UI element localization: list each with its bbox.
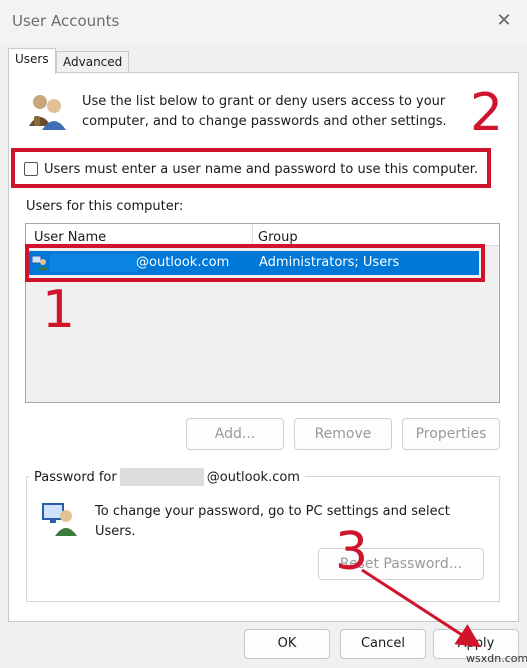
password-label-prefix: Password for — [34, 469, 117, 485]
annotation-box-checkbox — [11, 148, 491, 188]
column-separator[interactable] — [252, 224, 253, 246]
ok-button[interactable]: OK — [244, 629, 330, 659]
watermark: wsxdn.com — [466, 652, 527, 665]
properties-button[interactable]: Properties — [402, 418, 500, 450]
remove-button[interactable]: Remove — [294, 418, 392, 450]
tab-advanced[interactable]: Advanced — [56, 51, 130, 73]
users-list-header: User Name Group — [26, 224, 499, 246]
user-accounts-window: User Accounts ✕ Users Advanced Use the l… — [0, 0, 527, 668]
password-instructions: To change your password, go to PC settin… — [95, 504, 450, 539]
add-button[interactable]: Add... — [186, 418, 284, 450]
redacted-account — [119, 468, 204, 486]
close-icon[interactable]: ✕ — [491, 8, 517, 34]
users-icon — [29, 95, 66, 130]
annotation-box-user-row — [25, 244, 485, 282]
annotation-arrow — [361, 568, 482, 648]
intro-text: Use the list below to grant or deny user… — [82, 94, 447, 129]
annotation-number-1: 1 — [42, 280, 76, 340]
users-section-label: Users for this computer: — [26, 199, 184, 214]
window-title: User Accounts — [12, 12, 120, 30]
password-group-label: Password for @outlook.com — [29, 468, 305, 486]
column-group[interactable]: Group — [258, 230, 298, 245]
annotation-number-2: 2 — [470, 83, 504, 143]
password-label-suffix: @outlook.com — [206, 469, 300, 485]
pc-user-icon — [42, 503, 77, 536]
tab-users[interactable]: Users — [8, 48, 56, 74]
title-bar: User Accounts ✕ — [0, 0, 527, 44]
column-user-name[interactable]: User Name — [34, 230, 106, 245]
